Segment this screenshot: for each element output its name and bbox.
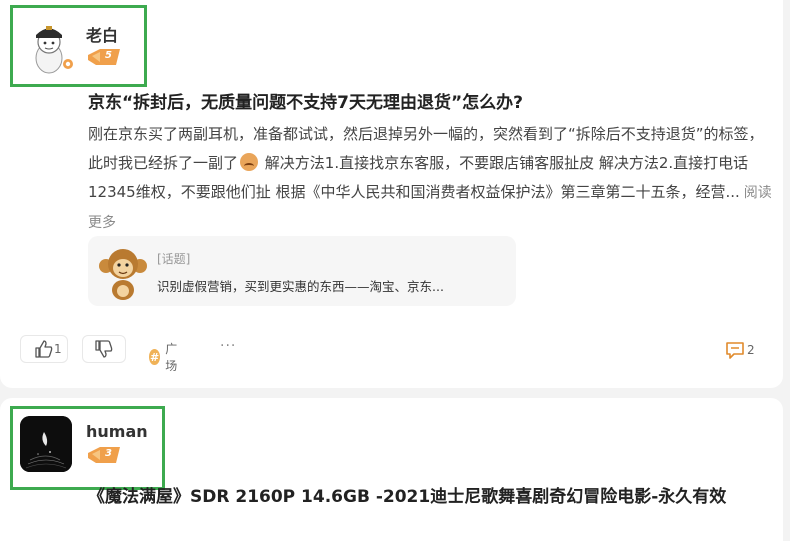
author-avatar[interactable]	[22, 18, 80, 76]
square-label: 广场	[165, 342, 178, 373]
author-avatar[interactable]	[20, 416, 72, 472]
square-button[interactable]: # 广场	[149, 340, 182, 374]
more-options-button[interactable]: ···	[220, 338, 236, 354]
post-title[interactable]: 京东“拆封后，无质量问题不支持7天无理由退货”怎么办?	[88, 88, 523, 113]
monkey-mascot-icon	[99, 249, 147, 300]
thumbs-up-icon	[35, 340, 53, 358]
author-name[interactable]: 老白	[86, 22, 118, 46]
level-badge-icon	[88, 447, 120, 463]
comment-count: 2	[747, 343, 755, 357]
level-badge-icon	[88, 49, 120, 65]
post-card: 老白 5 京东“拆封后，无质量问题不支持7天无理由退货”怎么办? 刚在京东买了两…	[0, 0, 783, 388]
level-badge: 5	[86, 47, 122, 67]
topic-label: [话题]	[157, 252, 191, 266]
topic-description: 识别虚假营销，买到更实惠的东西——淘宝、京东...	[157, 279, 444, 294]
cartoon-person-avatar-icon	[35, 26, 73, 74]
level-number: 5	[105, 50, 112, 61]
comment-button[interactable]: 2	[725, 340, 755, 360]
like-count: 1	[54, 342, 62, 356]
sad-face-emoji-icon	[240, 153, 259, 171]
topic-card[interactable]: [话题] 识别虚假营销，买到更实惠的东西——淘宝、京东...	[88, 236, 516, 306]
dark-abstract-avatar-icon	[20, 416, 72, 472]
hash-icon: #	[149, 349, 161, 365]
comment-icon	[726, 342, 744, 359]
thumbs-down-icon	[95, 340, 113, 358]
level-badge: 3	[86, 445, 122, 465]
post-title[interactable]: 《魔法满屋》SDR 2160P 14.6GB -2021迪士尼歌舞喜剧奇幻冒险电…	[88, 484, 758, 511]
post-excerpt[interactable]: 刚在京东买了两副耳机，准备都试试，然后退掉另外一幅的，突然看到了“拆除后不支持退…	[88, 120, 778, 238]
dislike-button[interactable]	[82, 335, 126, 363]
post-card: human 3	[0, 398, 783, 541]
like-button[interactable]: 1	[20, 335, 68, 363]
level-number: 3	[105, 448, 112, 459]
author-name[interactable]: human	[86, 422, 148, 441]
